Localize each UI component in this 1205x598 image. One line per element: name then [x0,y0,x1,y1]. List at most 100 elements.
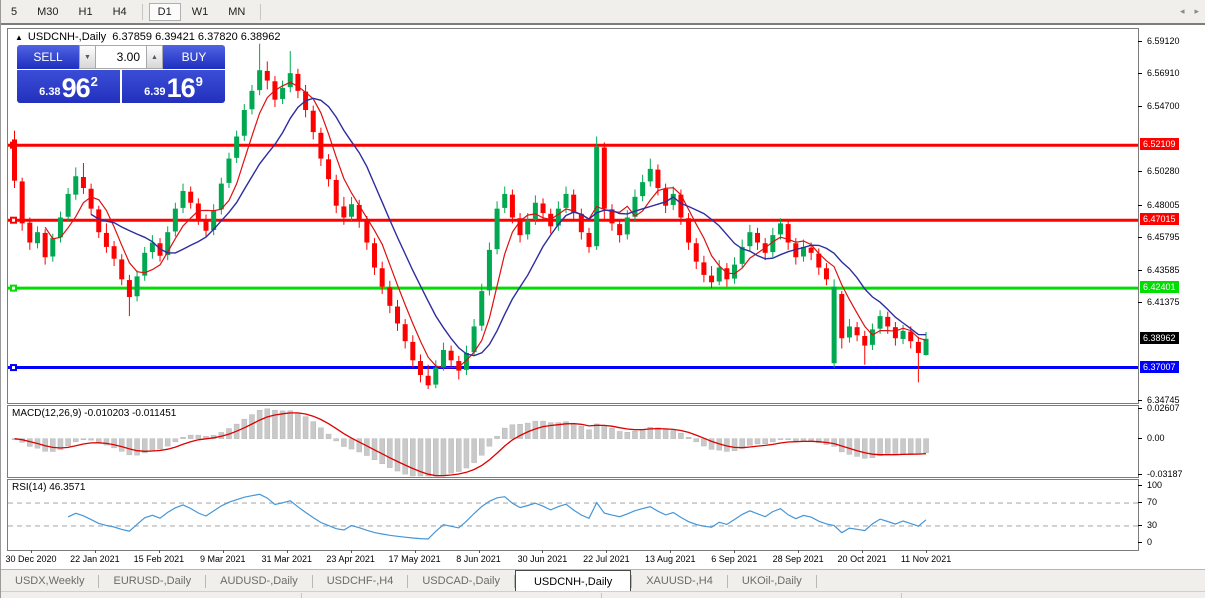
rsi-indicator-panel[interactable]: RSI(14) 46.3571 [7,479,1139,551]
timeframe-button-mn[interactable]: MN [219,3,254,21]
price-tick-label: 6.48005 [1147,200,1180,210]
date-tick [926,550,927,553]
buy-price-pips: 16 [167,75,195,101]
chart-tab-audusd-daily[interactable]: AUDUSD-,Daily [206,570,312,592]
date-tick [31,550,32,553]
price-line-label: 6.42401 [1140,281,1179,293]
chart-tab-ukoil-daily[interactable]: UKOil-,Daily [728,570,816,592]
rsi-tick-label: 0 [1147,537,1152,547]
chart-tab-eurusd-daily[interactable]: EURUSD-,Daily [99,570,205,592]
price-tick-label: 6.43585 [1147,265,1180,275]
timeframe-button-h1[interactable]: H1 [70,3,102,21]
date-label: 6 Sep 2021 [711,554,757,564]
axis-tick [1138,73,1142,74]
expand-arrow-icon[interactable]: ▲ [15,33,23,42]
timeframe-button-h4[interactable]: H4 [104,3,136,21]
rsi-axis: 10070300 [1138,479,1205,551]
timeframe-button-5[interactable]: 5 [2,3,26,21]
date-label: 31 Mar 2021 [261,554,312,564]
date-label: 30 Jun 2021 [518,554,568,564]
axis-tick [1138,485,1142,486]
axis-tick [1138,171,1142,172]
sell-price-point: 2 [91,74,98,89]
chart-tab-xauusd-h4[interactable]: XAUUSD-,H4 [632,570,727,592]
macd-tick-label: 0.02607 [1147,403,1180,413]
timeframe-button-w1[interactable]: W1 [183,3,218,21]
axis-tick [1138,270,1142,271]
date-label: 23 Apr 2021 [326,554,375,564]
date-tick [606,550,607,553]
date-label: 8 Jun 2021 [456,554,501,564]
date-label: 22 Jan 2021 [70,554,120,564]
chart-tab-usdx-weekly[interactable]: USDX,Weekly [1,570,98,592]
date-label: 22 Jul 2021 [583,554,630,564]
timeframe-button-d1[interactable]: D1 [149,3,181,21]
chart-tab-usdchf-h4[interactable]: USDCHF-,H4 [313,570,408,592]
horizontal-level-lines[interactable] [8,142,1138,371]
tab-scroll-right-icon[interactable]: ▸ [1194,6,1199,17]
macd-axis: 0.026070.00-0.03187 [1138,405,1205,478]
price-line-label: 6.52109 [1140,138,1179,150]
buy-price-display[interactable]: 6.39 16 9 [122,70,225,103]
time-axis: 30 Dec 202022 Jan 202115 Feb 20219 Mar 2… [1,550,1205,568]
axis-tick [1138,525,1142,526]
date-tick [415,550,416,553]
axis-tick [1138,438,1142,439]
sell-price-display[interactable]: 6.38 96 2 [17,70,120,103]
date-tick [95,550,96,553]
volume-increase-button[interactable]: ▲ [146,45,163,69]
toolbar-separator [260,4,261,20]
rsi-line [68,494,926,539]
buy-price-base: 6.39 [144,86,165,98]
buy-price-point: 9 [196,74,203,89]
toolbar-separator [142,4,143,20]
chart-tab-bar: USDX,WeeklyEURUSD-,DailyAUDUSD-,DailyUSD… [1,569,1205,592]
timeframe-toolbar: 5M30H1H4 D1W1MN [1,0,1205,25]
status-strip [1,591,1205,598]
buy-button[interactable]: BUY [163,45,225,69]
sell-price-pips: 96 [62,75,90,101]
axis-tick [1138,41,1142,42]
tab-scroll-controls: ◂ ▸ [1180,0,1199,22]
chart-tab-usdcad-daily[interactable]: USDCAD-,Daily [408,570,514,592]
rsi-tick-label: 70 [1147,497,1157,507]
axis-tick [1138,408,1142,409]
date-tick [542,550,543,553]
date-label: 17 May 2021 [389,554,441,564]
axis-tick [1138,542,1142,543]
macd-indicator-panel[interactable]: MACD(12,26,9) -0.010203 -0.011451 [7,405,1139,478]
tab-scroll-left-icon[interactable]: ◂ [1180,6,1185,17]
axis-tick [1138,106,1142,107]
symbol-title: USDCNH-,Daily [28,31,106,43]
date-tick [670,550,671,553]
volume-input[interactable]: 3.00 [96,45,146,69]
date-tick [862,550,863,553]
date-tick [479,550,480,553]
axis-tick [1138,474,1142,475]
one-click-trading-panel: SELL ▼ 3.00 ▲ BUY 6.38 96 2 6.39 16 9 [17,45,225,103]
price-tick-label: 6.56910 [1147,68,1180,78]
axis-tick [1138,237,1142,238]
symbol-ohlc-values: 6.37859 6.39421 6.37820 6.38962 [112,31,280,43]
date-label: 13 Aug 2021 [645,554,696,564]
volume-decrease-button[interactable]: ▼ [79,45,96,69]
chevron-down-icon: ▼ [84,54,91,61]
date-tick [734,550,735,553]
date-label: 28 Sep 2021 [773,554,824,564]
price-tick-label: 6.59120 [1147,36,1180,46]
sell-price-base: 6.38 [39,86,60,98]
date-tick [351,550,352,553]
chart-symbol-header: ▲ USDCNH-,Daily 6.37859 6.39421 6.37820 6… [15,31,281,43]
macd-tick-label: 0.00 [1147,433,1165,443]
date-label: 20 Oct 2021 [838,554,887,564]
chart-tab-usdcnh-daily[interactable]: USDCNH-,Daily [515,570,631,592]
price-line-label: 6.47015 [1140,213,1179,225]
date-tick [159,550,160,553]
timeframe-button-m30[interactable]: M30 [28,3,67,21]
date-tick [798,550,799,553]
rsi-tick-label: 100 [1147,480,1162,490]
date-label: 30 Dec 2020 [5,554,56,564]
date-label: 9 Mar 2021 [200,554,246,564]
trading-terminal-window: 5M30H1H4 D1W1MN ▲ USDCNH-,Daily 6.37859 6.… [0,0,1205,598]
sell-button[interactable]: SELL [17,45,79,69]
